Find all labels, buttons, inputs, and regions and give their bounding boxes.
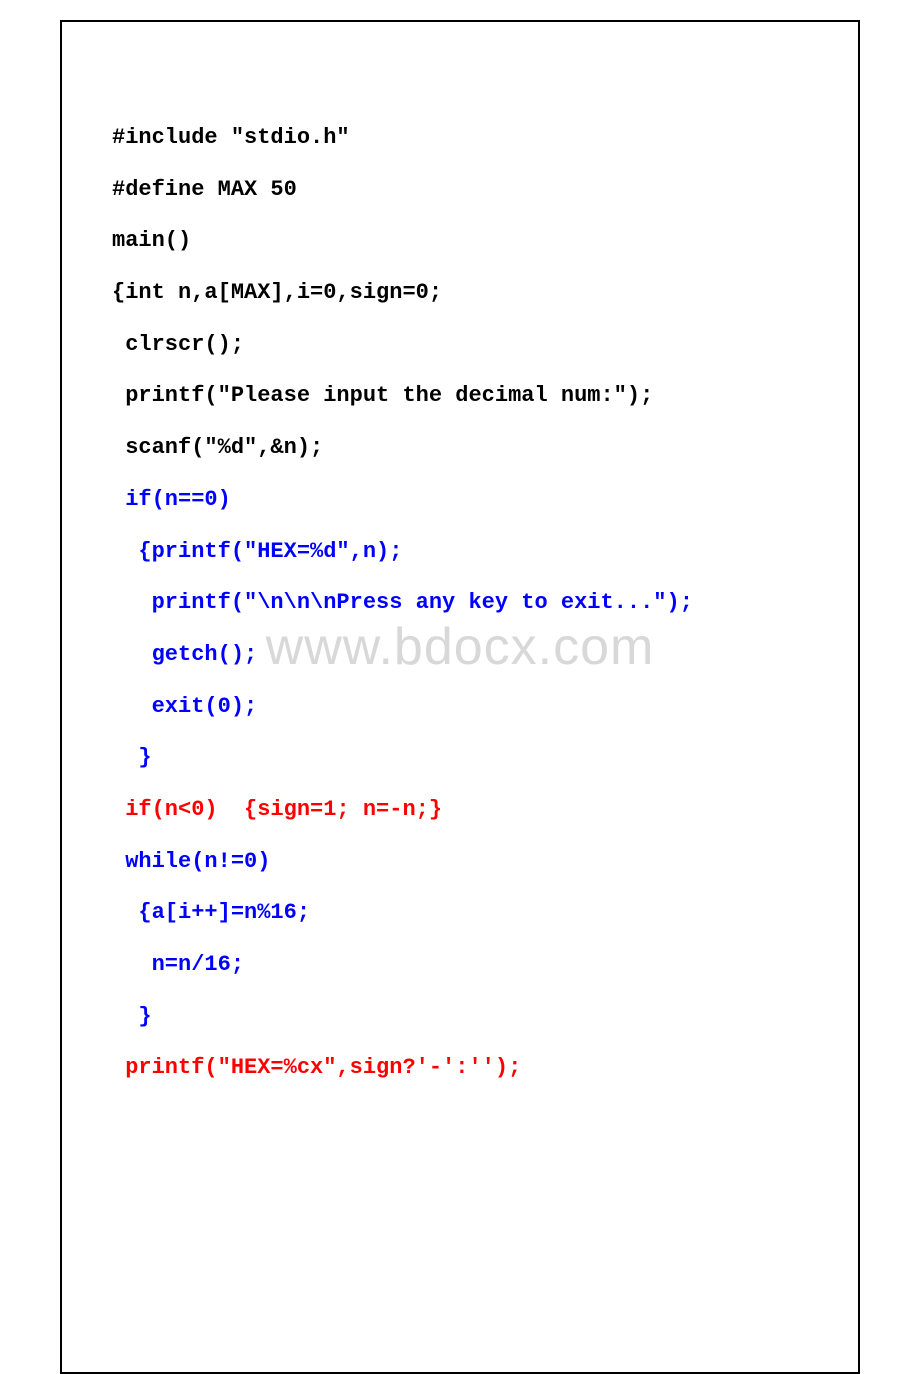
code-line: while(n!=0) [112, 849, 270, 874]
code-line: {a[i++]=n%16; [112, 900, 310, 925]
code-line: printf("\n\n\nPress any key to exit...")… [112, 590, 693, 615]
code-line: #include "stdio.h" [112, 125, 350, 150]
code-line: #define MAX 50 [112, 177, 297, 202]
code-line: } [112, 745, 152, 770]
code-line: scanf("%d",&n); [112, 435, 323, 460]
code-line: printf("HEX=%cx",sign?'-':''); [112, 1055, 521, 1080]
code-line: {int n,a[MAX],i=0,sign=0; [112, 280, 442, 305]
code-line: exit(0); [112, 694, 257, 719]
code-block: #include "stdio.h" #define MAX 50 main()… [112, 112, 828, 1094]
code-line: printf("Please input the decimal num:"); [112, 383, 653, 408]
code-line: main() [112, 228, 191, 253]
code-line: clrscr(); [112, 332, 244, 357]
code-line: } [112, 1004, 152, 1029]
code-line: {printf("HEX=%d",n); [112, 539, 402, 564]
code-line: if(n==0) [112, 487, 231, 512]
code-line: if(n<0) {sign=1; n=-n;} [112, 797, 442, 822]
document-page: www.bdocx.com #include "stdio.h" #define… [60, 20, 860, 1374]
code-line: getch(); [112, 642, 257, 667]
code-line: n=n/16; [112, 952, 244, 977]
